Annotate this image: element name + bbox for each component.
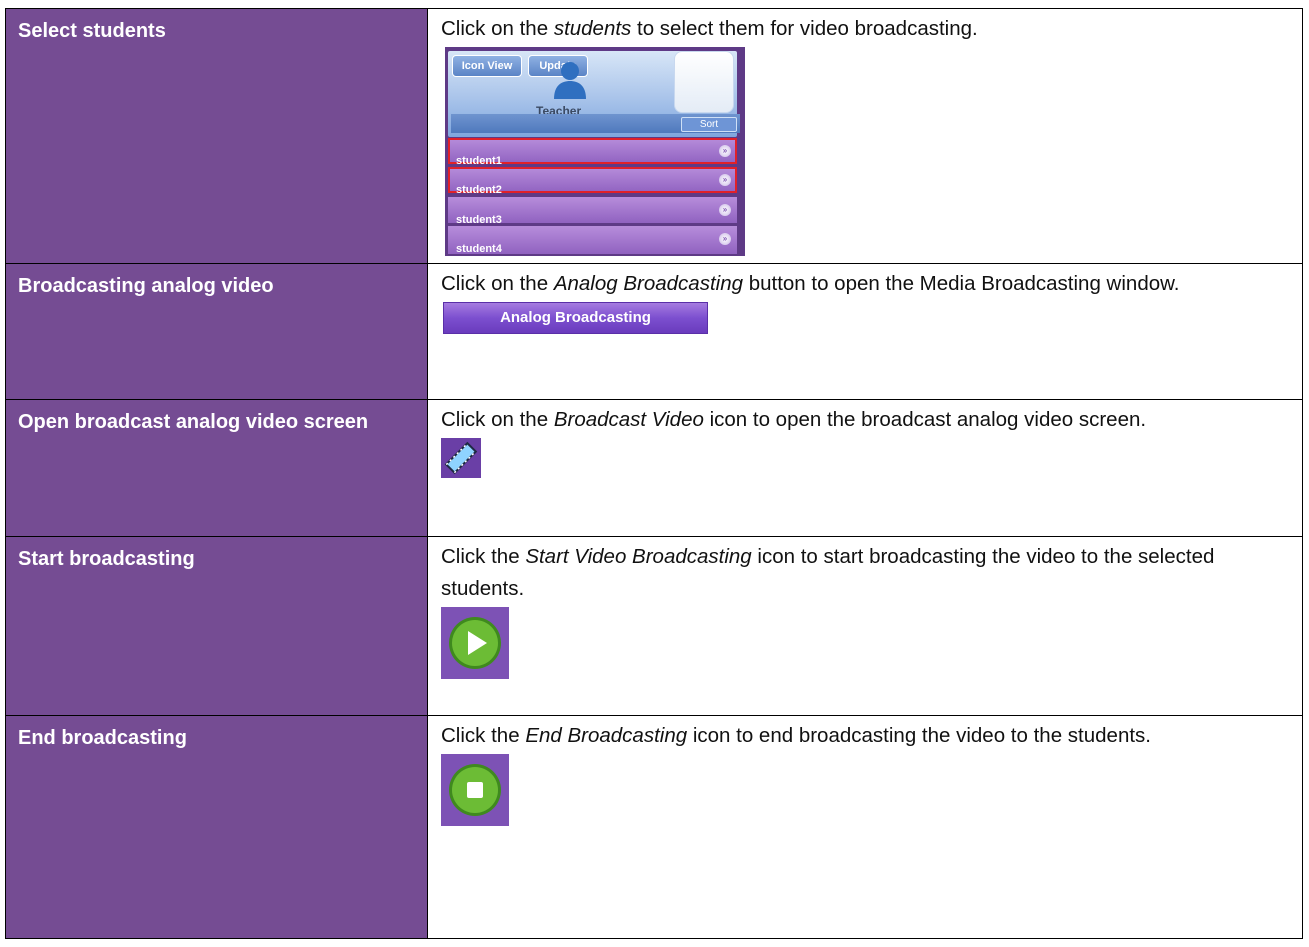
step-description: Click the Start Video Broadcasting icon … — [427, 536, 1303, 716]
step-row-end-broadcasting: End broadcasting Click the End Broadcast… — [5, 715, 1303, 939]
sort-button[interactable]: Sort — [681, 117, 737, 132]
student-name: student4 — [456, 243, 502, 255]
step-row-broadcasting-analog: Broadcasting analog video Click on the A… — [5, 263, 1303, 400]
chevron-right-icon[interactable]: » — [719, 204, 731, 216]
sort-bar: Sort — [451, 114, 740, 133]
student-panel-screenshot: Icon View Update Teacher Sort student1 » — [445, 47, 745, 256]
stop-icon[interactable] — [441, 754, 509, 826]
icon-view-button[interactable]: Icon View — [452, 55, 522, 77]
student-row-4[interactable]: student4 » — [448, 226, 737, 255]
step-text: Click the Start Video Broadcasting icon … — [441, 545, 1215, 600]
step-description: Click on the Analog Broadcasting button … — [427, 263, 1303, 400]
film-strip-icon[interactable] — [441, 438, 481, 478]
step-description: Click the End Broadcasting icon to end b… — [427, 715, 1303, 939]
chevron-right-icon[interactable]: » — [719, 233, 731, 245]
chevron-right-icon[interactable]: » — [719, 145, 731, 157]
step-text: Click on the Analog Broadcasting button … — [441, 272, 1180, 295]
step-label: Start broadcasting — [5, 536, 428, 716]
panel-header: Icon View Update Teacher Sort — [448, 51, 740, 137]
step-label: Open broadcast analog video screen — [5, 399, 428, 537]
step-text: Click the End Broadcasting icon to end b… — [441, 724, 1151, 747]
student-row-2[interactable]: student2 » — [448, 167, 737, 196]
step-row-start-broadcasting: Start broadcasting Click the Start Video… — [5, 536, 1303, 716]
step-row-select-students: Select students Click on the students to… — [5, 8, 1303, 264]
teacher-video-box — [674, 51, 734, 113]
play-icon[interactable] — [441, 607, 509, 679]
step-description: Click on the students to select them for… — [427, 8, 1303, 264]
step-label: Broadcasting analog video — [5, 263, 428, 400]
student-row-3[interactable]: student3 » — [448, 197, 737, 226]
analog-broadcasting-button[interactable]: Analog Broadcasting — [443, 302, 708, 334]
step-text: Click on the Broadcast Video icon to ope… — [441, 408, 1147, 431]
teacher-avatar-icon — [554, 62, 586, 99]
step-label: Select students — [5, 8, 428, 264]
step-text: Click on the students to select them for… — [441, 17, 978, 40]
chevron-right-icon[interactable]: » — [719, 174, 731, 186]
step-row-open-broadcast-screen: Open broadcast analog video screen Click… — [5, 399, 1303, 537]
step-description: Click on the Broadcast Video icon to ope… — [427, 399, 1303, 537]
student-row-1[interactable]: student1 » — [448, 138, 737, 167]
instructions-table: Select students Click on the students to… — [5, 8, 1303, 939]
step-label: End broadcasting — [5, 715, 428, 939]
